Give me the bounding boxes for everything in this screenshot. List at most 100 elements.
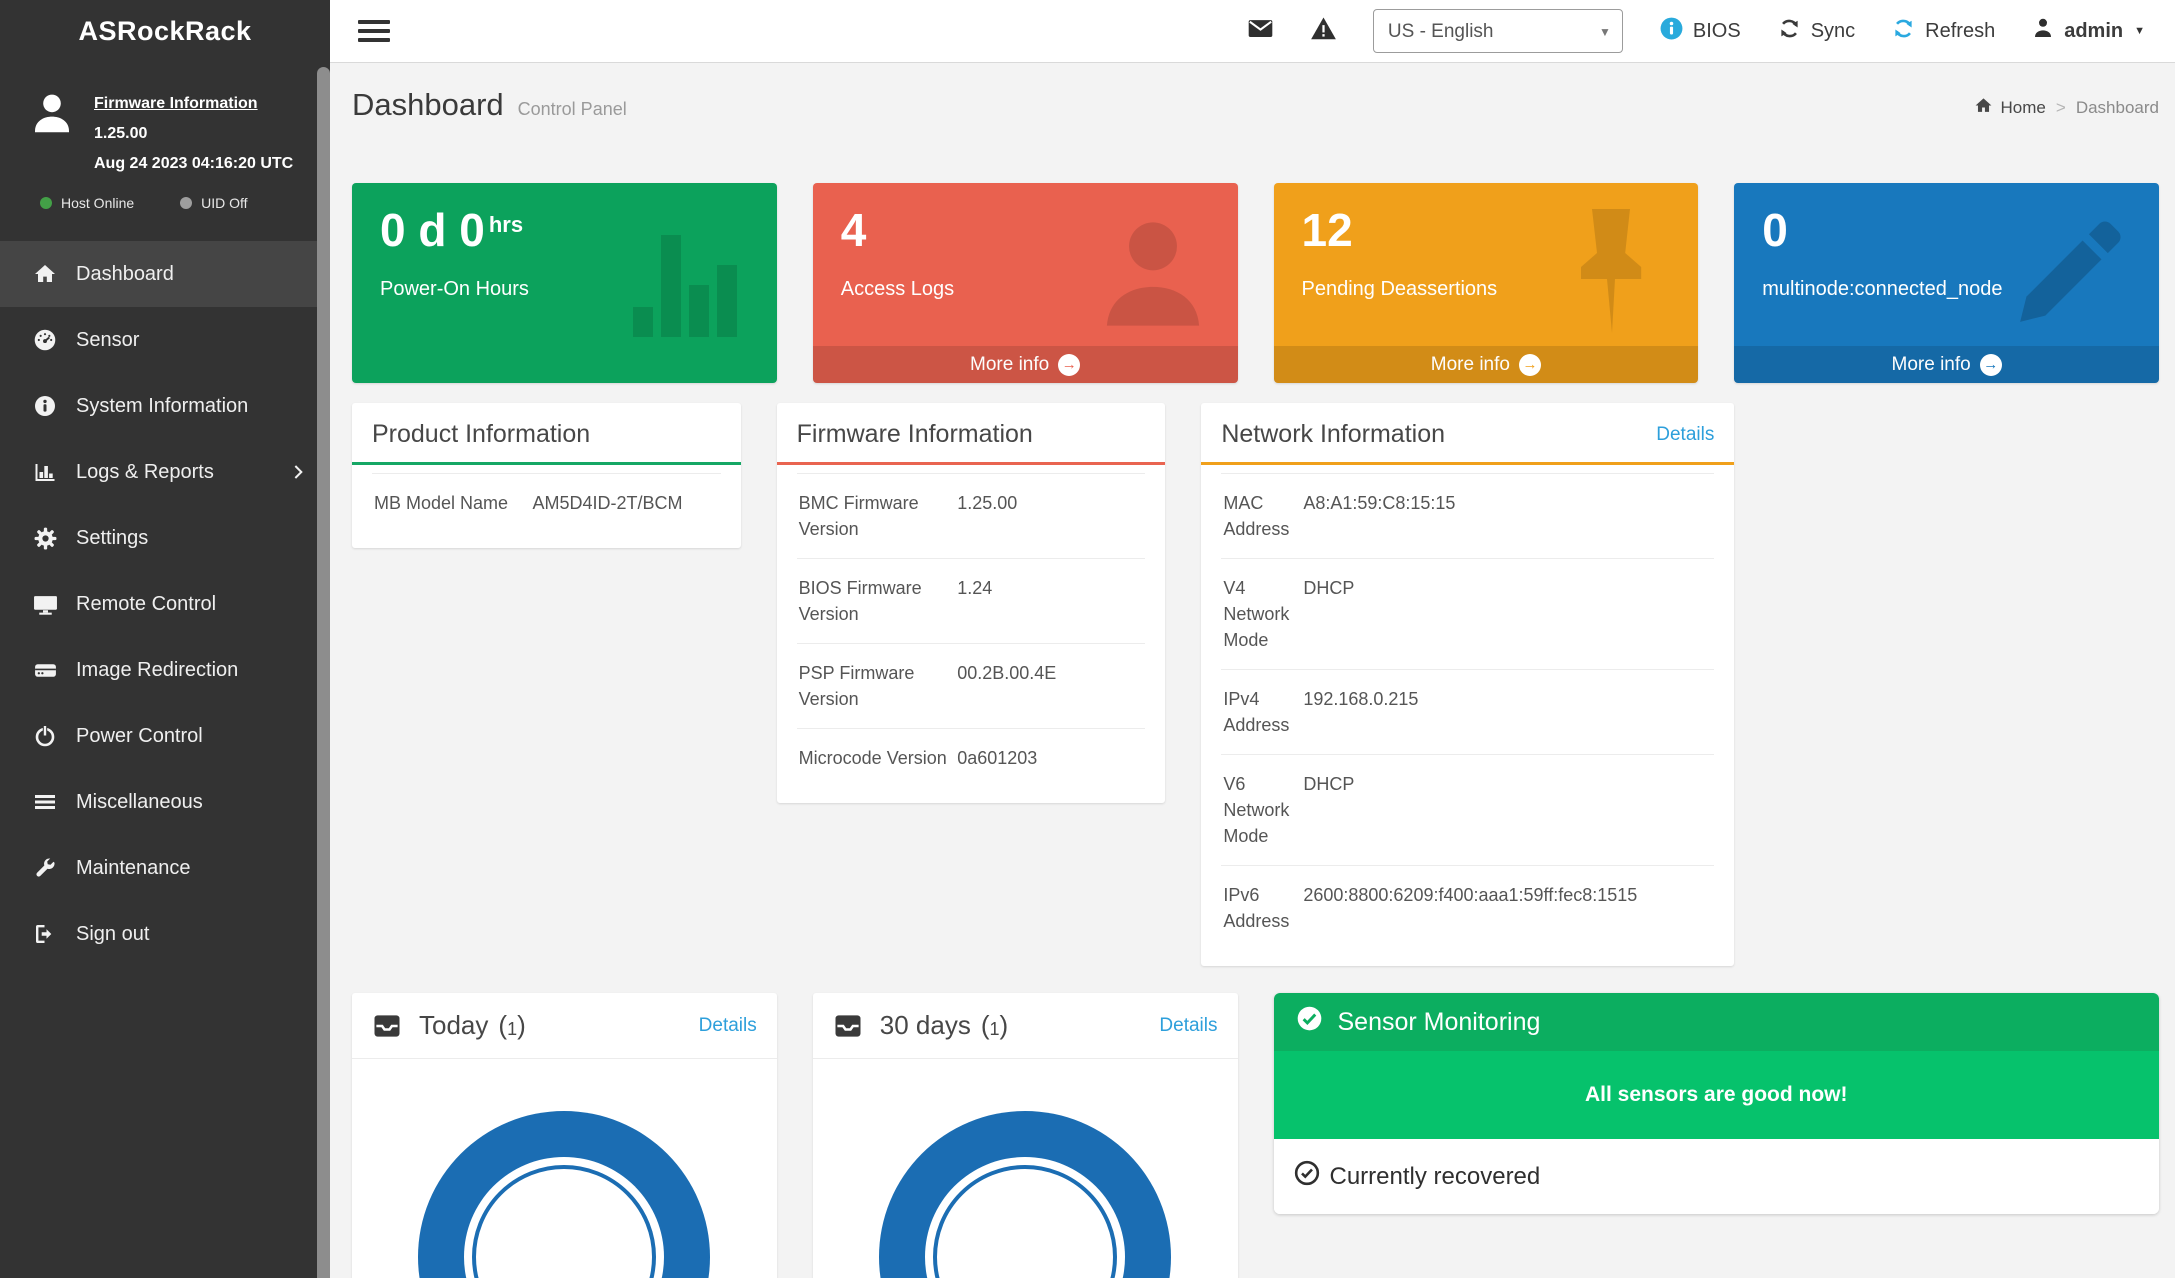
sidebar-item-miscellaneous[interactable]: Miscellaneous [0,769,330,835]
language-select[interactable]: US - English [1373,9,1623,53]
more-info-label: More info [1892,346,1971,383]
info-panels-row: Product Information MB Model Name AM5D4I… [352,403,2159,966]
bar-chart-icon [633,235,745,337]
list-icon [30,790,60,814]
language-select-wrap: US - English ▼ [1373,9,1623,53]
breadcrumb-home-label: Home [2001,98,2046,118]
sidebar-item-label: System Information [76,395,248,418]
row-value: 1.25.00 [957,490,1143,542]
thirty-days-events-panel: 30 days (1) Details [813,993,1238,1278]
multinode-card[interactable]: 0 multinode:connected_node More info → [1734,183,2159,383]
user-menu-button[interactable]: admin ▼ [2031,16,2145,46]
panel-title: Today [419,1010,488,1041]
sidebar-item-remote-control[interactable]: Remote Control [0,571,330,637]
sidebar-item-sensor[interactable]: Sensor [0,307,330,373]
refresh-icon [1891,16,1916,47]
today-details-link[interactable]: Details [699,1015,757,1037]
sidebar-item-label: Image Redirection [76,659,238,682]
sidebar-item-image-redirection[interactable]: Image Redirection [0,637,330,703]
sidebar-item-settings[interactable]: Settings [0,505,330,571]
sync-icon [1777,16,1802,47]
panel-title: Firmware Information [797,420,1033,449]
row-value: DHCP [1303,771,1712,849]
page-subtitle: Control Panel [518,99,627,120]
breadcrumb: Home > Dashboard [1974,96,2159,120]
event-count: 1 [507,1019,517,1039]
network-details-link[interactable]: Details [1656,424,1714,446]
row-label: MB Model Name [374,490,533,516]
gauge-icon [30,327,60,353]
sidebar-toggle-button[interactable] [358,15,390,47]
sidebar-item-dashboard[interactable]: Dashboard [0,241,330,307]
breadcrumb-current: Dashboard [2076,98,2159,118]
row-label: V4 Network Mode [1223,575,1303,653]
sidebar-item-label: Dashboard [76,263,174,286]
access-logs-card[interactable]: 4 Access Logs More info → [813,183,1238,383]
row-value: 1.24 [957,575,1143,627]
breadcrumb-home-link[interactable]: Home [1974,96,2046,120]
more-info-link[interactable]: More info → [1274,346,1699,383]
bios-button[interactable]: BIOS [1659,16,1741,47]
event-count: 1 [990,1019,1000,1039]
row-label: MAC Address [1223,490,1303,542]
arrow-circle-icon: → [1980,354,2002,376]
sidebar: ASRockRack Firmware Information 1.25.00 … [0,0,330,1278]
bar-chart-icon [30,460,60,484]
more-info-link[interactable]: More info → [813,346,1238,383]
main-content: Dashboard Control Panel Home > Dashboard… [330,63,2175,1278]
warning-icon [1310,15,1337,47]
user-avatar-icon [28,89,76,179]
pushpin-icon [1568,205,1654,341]
sidebar-item-label: Remote Control [76,593,216,616]
row-label: BMC Firmware Version [799,490,958,542]
table-row: V6 Network Mode DHCP [1221,754,1714,865]
refresh-button[interactable]: Refresh [1891,16,1995,47]
check-circle-outline-icon [1294,1160,1320,1193]
network-information-panel: Network Information Details MAC Address … [1201,403,1734,966]
arrow-circle-icon: → [1519,354,1541,376]
monitor-icon [30,592,60,617]
more-info-link[interactable]: More info → [1734,346,2159,383]
sidebar-item-logs-reports[interactable]: Logs & Reports [0,439,330,505]
home-icon [30,262,60,286]
row-value: 00.2B.00.4E [957,660,1143,712]
power-on-hours-card[interactable]: 0 d 0hrs Power-On Hours [352,183,777,383]
sidebar-item-system-information[interactable]: System Information [0,373,330,439]
thirty-days-details-link[interactable]: Details [1159,1015,1217,1037]
product-information-panel: Product Information MB Model Name AM5D4I… [352,403,741,548]
home-icon [1974,96,1993,120]
envelope-icon [1247,15,1274,47]
sync-button[interactable]: Sync [1777,16,1855,47]
sidebar-scrollbar[interactable] [317,67,330,1278]
sidebar-item-label: Miscellaneous [76,791,203,814]
bios-info-icon [1659,16,1684,47]
sidebar-item-power-control[interactable]: Power Control [0,703,330,769]
row-label: IPv6 Address [1223,882,1303,934]
messages-button[interactable] [1247,15,1274,47]
sidebar-item-label: Logs & Reports [76,461,214,484]
table-row: PSP Firmware Version 00.2B.00.4E [797,643,1146,728]
power-icon [30,724,60,748]
card-value: 0 d 0 [380,204,485,256]
sensor-status-message: All sensors are good now! [1274,1051,2160,1139]
table-row: Microcode Version 0a601203 [797,728,1146,787]
sidebar-item-sign-out[interactable]: Sign out [0,901,330,967]
user-icon [2031,16,2055,46]
table-row: IPv4 Address 192.168.0.215 [1221,669,1714,754]
sidebar-item-maintenance[interactable]: Maintenance [0,835,330,901]
row-value: 0a601203 [957,745,1143,771]
wrench-icon [30,856,60,880]
firmware-date: Aug 24 2023 04:16:20 UTC [94,149,293,179]
pending-deassertions-card[interactable]: 12 Pending Deassertions More info → [1274,183,1699,383]
row-label: PSP Firmware Version [799,660,958,712]
alerts-button[interactable] [1310,15,1337,47]
table-row: IPv6 Address 2600:8800:6209:f400:aaa1:59… [1221,865,1714,950]
firmware-information-link[interactable]: Firmware Information [94,89,293,119]
sidebar-item-label: Settings [76,527,148,550]
info-icon [30,394,60,418]
firmware-version: 1.25.00 [94,119,293,149]
inbox-icon [372,1011,402,1041]
caret-down-icon: ▼ [2134,25,2145,37]
topbar: US - English ▼ BIOS Sync Refresh [330,0,2175,63]
thirty-days-donut-chart [879,1111,1171,1278]
